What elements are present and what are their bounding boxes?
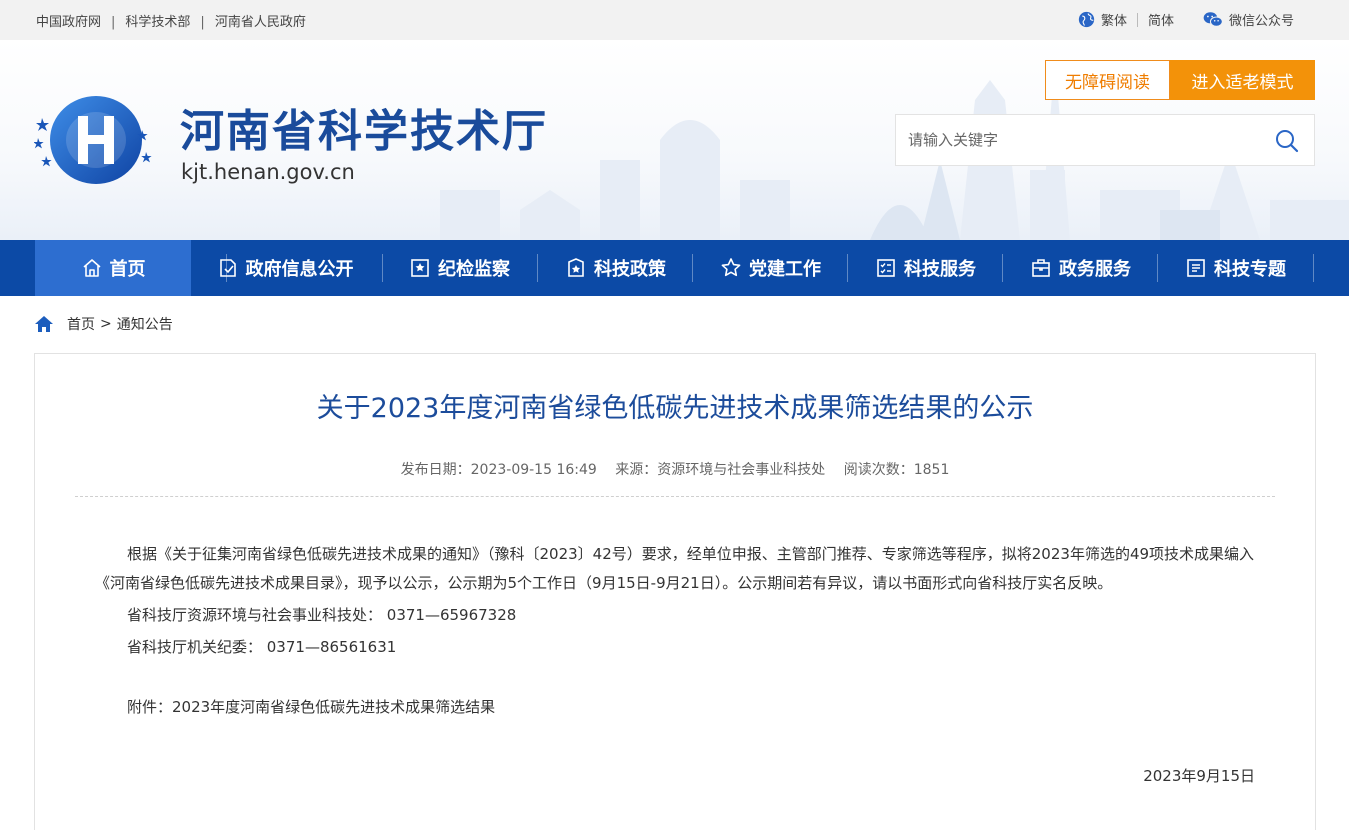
divider [1136, 12, 1138, 27]
top-right-tools: 繁体 简体 微信公众号 [1078, 10, 1294, 29]
article-source: 来源：资源环境与社会事业科技处 [615, 462, 826, 478]
star-icon [721, 258, 741, 277]
breadcrumb-home-link[interactable]: 首页 [67, 314, 95, 334]
nav-item-label: 党建工作 [749, 259, 821, 280]
nav-item-gov-info[interactable]: 政府信息公开 [200, 240, 370, 296]
nav-item-home[interactable]: 首页 [35, 240, 191, 296]
nav-item-label: 科技专题 [1214, 259, 1286, 280]
nav-item-label: 科技政策 [594, 259, 666, 280]
globe-icon [1078, 11, 1095, 28]
book-star-icon [568, 258, 584, 277]
nav-item-policy[interactable]: 科技政策 [538, 240, 693, 296]
top-bar: 中国政府网 | 科学技术部 | 河南省人民政府 繁体 简体 微信公众号 [0, 0, 1349, 40]
traditional-chinese-link[interactable]: 繁体 [1101, 10, 1127, 29]
search-input[interactable] [908, 115, 1258, 165]
contact-line: 省科技厅资源环境与社会事业科技处： 0371—65967328 [127, 606, 517, 624]
badge-icon [411, 259, 429, 277]
top-link-separator: | [200, 15, 205, 30]
nav-item-tech-service[interactable]: 科技服务 [848, 240, 1003, 296]
accessibility-button[interactable]: 无障碍阅读 [1045, 60, 1170, 100]
nav-item-label: 政府信息公开 [245, 259, 354, 280]
link-most[interactable]: 科学技术部 [125, 15, 190, 30]
nav-item-label: 纪检监察 [438, 259, 510, 280]
meta-divider [75, 496, 1275, 497]
wechat-link[interactable]: 微信公众号 [1229, 10, 1294, 29]
main-nav: 首页 政府信息公开 纪检监察 科技政策 党建工作 科技服务 政务服务 科技专题 [0, 240, 1349, 296]
wechat-icon [1203, 12, 1223, 27]
article-title: 关于2023年度河南省绿色低碳先进技术成果筛选结果的公示 [316, 393, 1034, 424]
link-gov-cn[interactable]: 中国政府网 [36, 15, 101, 30]
article-card: 关于2023年度河南省绿色低碳先进技术成果筛选结果的公示 发布日期：2023-0… [34, 353, 1316, 830]
top-links: 中国政府网 | 科学技术部 | 河南省人民政府 [36, 11, 306, 30]
site-domain: kjt.henan.gov.cn [181, 160, 355, 184]
nav-item-label: 首页 [109, 259, 146, 280]
elder-mode-button[interactable]: 进入适老模式 [1170, 60, 1315, 100]
simplified-chinese-link[interactable]: 简体 [1148, 10, 1174, 29]
nav-separator [1313, 254, 1314, 282]
breadcrumb-separator: > [100, 316, 112, 332]
link-henan-gov[interactable]: 河南省人民政府 [215, 15, 306, 30]
checklist-icon [877, 259, 895, 277]
breadcrumb: 首页 > 通知公告 [34, 314, 173, 334]
home-icon [35, 316, 53, 332]
site-header: 河南省科学技术厅 kjt.henan.gov.cn 无障碍阅读 进入适老模式 [0, 40, 1349, 240]
top-link-separator: | [111, 15, 116, 30]
site-title: 河南省科学技术厅 [180, 106, 548, 157]
article-paragraph: 根据《关于征集河南省绿色低碳先进技术成果的通知》（豫科〔2023〕42号）要求，… [95, 545, 1255, 592]
nav-item-gov-service[interactable]: 政务服务 [1003, 240, 1158, 296]
henan-science-logo [34, 96, 152, 184]
breadcrumb-current-link[interactable]: 通知公告 [117, 314, 173, 334]
article-meta: 发布日期：2023-09-15 16:49 来源：资源环境与社会事业科技处 阅读… [35, 459, 1315, 479]
nav-item-discipline[interactable]: 纪检监察 [383, 240, 536, 296]
briefcase-icon [1032, 259, 1050, 277]
nav-item-label: 科技服务 [904, 259, 976, 280]
nav-item-topics[interactable]: 科技专题 [1158, 240, 1313, 296]
article-body: 根据《关于征集河南省绿色低碳先进技术成果的通知》（豫科〔2023〕42号）要求，… [95, 540, 1257, 725]
search-icon[interactable] [1274, 128, 1300, 154]
list-icon [1187, 259, 1205, 277]
search-box [895, 114, 1315, 166]
document-icon [219, 259, 236, 277]
attachment-link[interactable]: 附件：2023年度河南省绿色低碳先进技术成果筛选结果 [95, 693, 1257, 722]
nav-item-label: 政务服务 [1059, 259, 1131, 280]
publish-date: 发布日期：2023-09-15 16:49 [400, 462, 597, 478]
article-sign-date: 2023年9月15日 [1143, 767, 1255, 785]
home-icon [82, 259, 101, 277]
contact-line: 省科技厅机关纪委： 0371—86561631 [127, 638, 397, 656]
view-count: 阅读次数：1851 [843, 462, 950, 478]
nav-item-party[interactable]: 党建工作 [693, 240, 848, 296]
